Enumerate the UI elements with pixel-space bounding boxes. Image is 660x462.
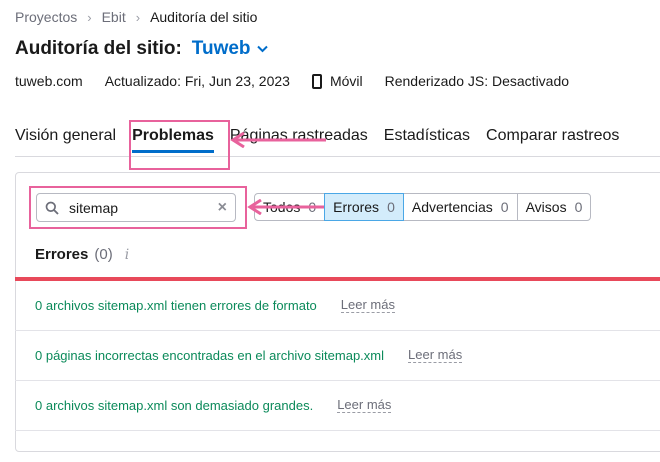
meta-domain: tuweb.com (15, 73, 83, 89)
filter-label: Errores (333, 199, 380, 215)
issue-link[interactable]: 0 archivos sitemap.xml son demasiado gra… (35, 398, 313, 413)
tab-comparar-rastreos[interactable]: Comparar rastreos (486, 127, 619, 153)
highlight-box-search (29, 186, 247, 229)
meta-device-label: Móvil (329, 73, 363, 89)
audit-meta: tuweb.com Actualizado: Fri, Jun 23, 2023… (15, 73, 591, 89)
filter-avisos[interactable]: Avisos 0 (516, 193, 592, 221)
read-more-link[interactable]: Leer más (340, 298, 395, 313)
arrow-left-annotation-icon (230, 132, 326, 148)
breadcrumb-item-ebit[interactable]: Ebit (102, 9, 126, 25)
filter-errores[interactable]: Errores 0 (324, 193, 404, 221)
chevron-down-icon (256, 45, 268, 53)
meta-js: Renderizado JS: Desactivado (384, 73, 570, 89)
chevron-right-icon: › (87, 9, 92, 25)
tabs-divider (15, 156, 660, 157)
project-selector[interactable]: Tuweb (192, 38, 268, 60)
highlight-box-tab (129, 120, 230, 170)
breadcrumb: Proyectos › Ebit › Auditoría del sitio (15, 9, 257, 25)
page-title: Auditoría del sitio: Tuweb (15, 38, 268, 60)
filter-count: 0 (387, 199, 395, 215)
read-more-link[interactable]: Leer más (337, 398, 392, 413)
filter-label: Avisos (525, 199, 567, 215)
breadcrumb-item-proyectos[interactable]: Proyectos (15, 9, 77, 25)
meta-updated: Actualizado: Fri, Jun 23, 2023 (104, 73, 290, 89)
issue-link[interactable]: 0 páginas incorrectas encontradas en el … (35, 348, 384, 363)
errors-title: Errores (35, 246, 89, 263)
page-title-label: Auditoría del sitio: (15, 38, 182, 59)
issue-link[interactable]: 0 archivos sitemap.xml tienen errores de… (35, 298, 317, 313)
list-item: 0 archivos sitemap.xml son demasiado gra… (15, 381, 660, 431)
tab-bar: Visión general Problemas Páginas rastrea… (15, 127, 660, 153)
tab-estadisticas[interactable]: Estadísticas (384, 127, 470, 153)
filter-count: 0 (574, 199, 583, 215)
tab-vision-general[interactable]: Visión general (15, 127, 116, 153)
site-audit-page: Proyectos › Ebit › Auditoría del sitio A… (0, 0, 660, 462)
project-name: Tuweb (191, 38, 251, 59)
errors-count: (0) (94, 246, 113, 263)
filter-label: Advertencias (411, 199, 493, 215)
issues-list: 0 archivos sitemap.xml tienen errores de… (15, 281, 660, 431)
list-item: 0 páginas incorrectas encontradas en el … (15, 331, 660, 381)
filter-advertencias[interactable]: Advertencias 0 (402, 193, 518, 221)
filter-count: 0 (500, 199, 509, 215)
chevron-right-icon: › (135, 9, 141, 25)
mobile-phone-icon (311, 73, 322, 89)
breadcrumb-item-current: Auditoría del sitio (150, 9, 258, 25)
list-item: 0 archivos sitemap.xml tienen errores de… (15, 281, 660, 331)
read-more-link[interactable]: Leer más (408, 348, 463, 363)
info-icon[interactable]: i (125, 247, 129, 263)
meta-device: Móvil (311, 73, 363, 89)
errors-section-header: Errores (0) i (35, 246, 129, 263)
